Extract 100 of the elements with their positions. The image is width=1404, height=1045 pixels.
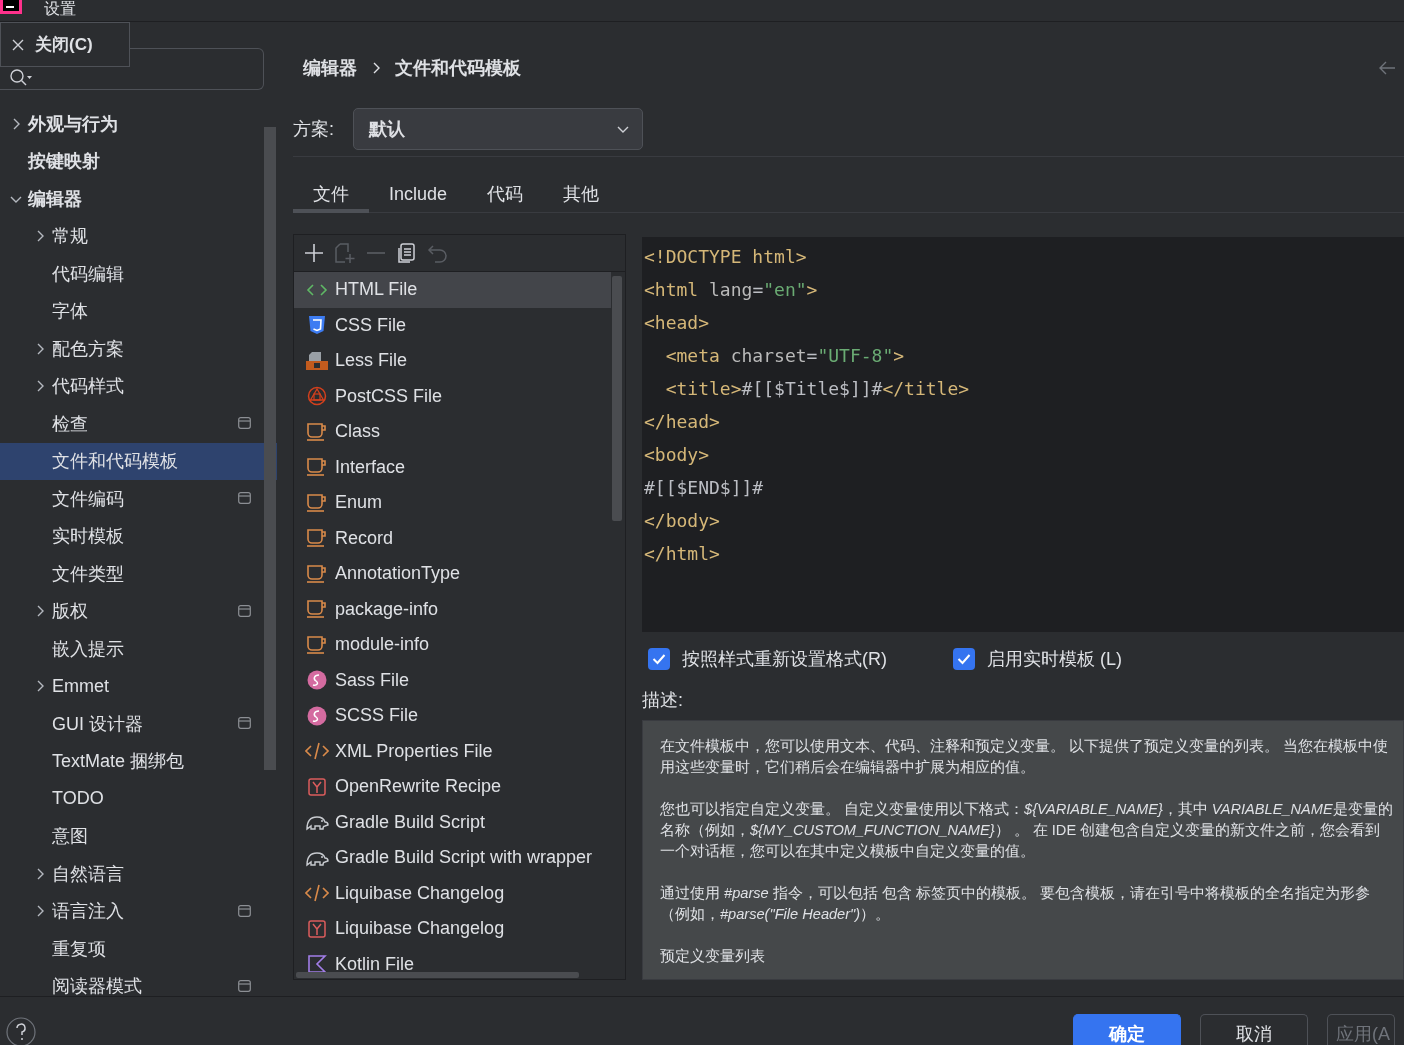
field-label: 方案: — [293, 118, 334, 141]
scheme-dropdown[interactable]: 默认 — [353, 108, 643, 150]
cup-icon — [306, 457, 328, 478]
template-item[interactable]: Gradle Build Script — [294, 804, 611, 840]
tree-item[interactable]: 配色方案 — [0, 330, 277, 368]
tree-item[interactable]: 代码样式 — [0, 367, 277, 405]
code-brackets-icon — [306, 281, 328, 298]
swirl-icon — [307, 670, 327, 691]
check-icon — [957, 652, 971, 665]
chevron-right-icon — [35, 379, 45, 394]
checkbox-label[interactable]: 按照样式重新设置格式(R) — [682, 646, 887, 671]
dialog-button[interactable]: 确定 — [1073, 1014, 1181, 1045]
code-line: </html> — [644, 542, 721, 566]
template-item[interactable]: SCSS File — [294, 698, 611, 734]
code-line: </head> — [644, 410, 721, 434]
tree-item[interactable]: 语言注入 — [0, 892, 277, 930]
dialog-button[interactable]: 取消 — [1200, 1014, 1308, 1045]
chevron-right-icon — [11, 116, 21, 131]
template-item[interactable]: Interface — [294, 449, 611, 485]
elephant-icon — [305, 813, 329, 832]
tab[interactable]: 代码 — [467, 157, 544, 213]
tree-item[interactable]: 实时模板 — [0, 517, 277, 555]
window-icon — [238, 604, 251, 617]
tree-item[interactable]: 重复项 — [0, 930, 277, 968]
window-icon — [238, 492, 251, 504]
scrollbar[interactable] — [612, 276, 622, 521]
cup-icon — [306, 492, 328, 513]
template-item[interactable]: Enum — [294, 485, 611, 521]
tree-item[interactable]: 常规 — [0, 217, 277, 255]
checkbox[interactable] — [648, 647, 670, 670]
template-item[interactable]: module-info — [294, 627, 611, 663]
cup-icon — [306, 421, 328, 442]
tree-item[interactable]: 嵌入提示 — [0, 630, 277, 668]
tree-item[interactable]: TODO — [0, 780, 277, 818]
tree-item[interactable]: 版权 — [0, 592, 277, 630]
chevron-right-icon — [35, 866, 45, 881]
tab[interactable]: 其他 — [543, 157, 620, 213]
template-item[interactable]: Kotlin File — [294, 946, 611, 979]
template-item[interactable]: PostCSS File — [294, 378, 611, 414]
shield-icon — [308, 315, 326, 336]
chevron-right-icon — [35, 604, 45, 619]
template-item[interactable]: OpenRewrite Recipe — [294, 769, 611, 805]
template-item[interactable]: Less File — [294, 343, 611, 379]
tree-item[interactable]: 阅读器模式 — [0, 967, 277, 1005]
chevron-right-icon — [371, 61, 381, 75]
breadcrumb-item[interactable]: 文件和代码模板 — [395, 56, 521, 80]
template-item[interactable]: CSS File — [294, 307, 611, 343]
file-badge-icon — [306, 350, 328, 371]
template-item[interactable]: XML Properties File — [294, 733, 611, 769]
tree-item[interactable]: 代码编辑 — [0, 255, 277, 293]
template-item[interactable]: Liquibase Changelog — [294, 911, 611, 947]
description-text: 在文件模板中，您可以使用文本、代码、注释和预定义变量。 以下提供了预定义变量的列表。 当您在模板中使用这些变量时，它们稍后会在编辑器中扩展为相应的值。 — [660, 737, 1390, 777]
tree-item[interactable]: 外观与行为 — [0, 105, 277, 143]
tree-item[interactable]: 自然语言 — [0, 855, 277, 893]
help-icon[interactable] — [6, 1017, 36, 1045]
template-item[interactable]: Gradle Build Script with wrapper — [294, 840, 611, 876]
tree-item[interactable]: Emmet — [0, 667, 277, 705]
tree-item[interactable]: GUI 设计器 — [0, 705, 277, 743]
template-item[interactable]: Class — [294, 414, 611, 450]
description-text: 预定义变量列表 — [660, 947, 766, 966]
tree-item[interactable]: 检查 — [0, 405, 277, 443]
tree-item[interactable]: 意图 — [0, 817, 277, 855]
template-item[interactable]: Sass File — [294, 662, 611, 698]
code-line: <body> — [644, 443, 711, 467]
template-item[interactable]: package-info — [294, 591, 611, 627]
tab[interactable]: Include — [369, 157, 468, 213]
scrollbar[interactable] — [264, 127, 276, 770]
plus-icon[interactable] — [303, 242, 325, 264]
breadcrumb-item[interactable]: 编辑器 — [303, 56, 357, 80]
checkbox-label[interactable]: 启用实时模板 (L) — [987, 646, 1122, 671]
swirl-icon — [307, 705, 327, 726]
tab[interactable]: 文件 — [293, 157, 369, 213]
search-icon — [10, 68, 32, 86]
square-icon — [308, 777, 326, 796]
circle-icon — [307, 386, 327, 407]
template-item[interactable]: Record — [294, 520, 611, 556]
template-item[interactable]: AnnotationType — [294, 556, 611, 592]
code-line: <!DOCTYPE html> — [644, 245, 808, 269]
copy-icon[interactable] — [396, 242, 418, 264]
tree-item[interactable]: 文件编码 — [0, 480, 277, 518]
template-item[interactable]: HTML File — [294, 272, 611, 308]
menu-item[interactable]: 关闭(C) — [1, 23, 103, 66]
section-label: 描述: — [642, 689, 684, 712]
code-slash-icon — [305, 884, 329, 903]
code-editor[interactable]: <!DOCTYPE html> <html lang="en"> <head> <meta charset="UTF-8"> <title>#[[$Title$]]#</title> </head> <body> #[[$END$]]# </body> </html> — [642, 237, 1404, 632]
check-icon — [652, 652, 666, 665]
template-item[interactable]: Liquibase Changelog — [294, 875, 611, 911]
code-line: <title>#[[$Title$]]#</title> — [664, 377, 971, 401]
tree-item[interactable]: 按键映射 — [0, 142, 277, 180]
tree-item[interactable]: 字体 — [0, 292, 277, 330]
scrollbar[interactable] — [296, 972, 579, 978]
tree-item[interactable]: TextMate 捆绑包 — [0, 742, 277, 780]
arrow-left-icon[interactable] — [1378, 60, 1396, 76]
window-icon — [238, 717, 251, 729]
kotlin-icon — [307, 955, 327, 974]
code-slash-icon — [305, 742, 329, 761]
tree-item[interactable]: 文件和代码模板 — [0, 442, 277, 480]
tree-item[interactable]: 文件类型 — [0, 555, 277, 593]
tree-item[interactable]: 编辑器 — [0, 180, 277, 218]
checkbox[interactable] — [953, 647, 975, 670]
